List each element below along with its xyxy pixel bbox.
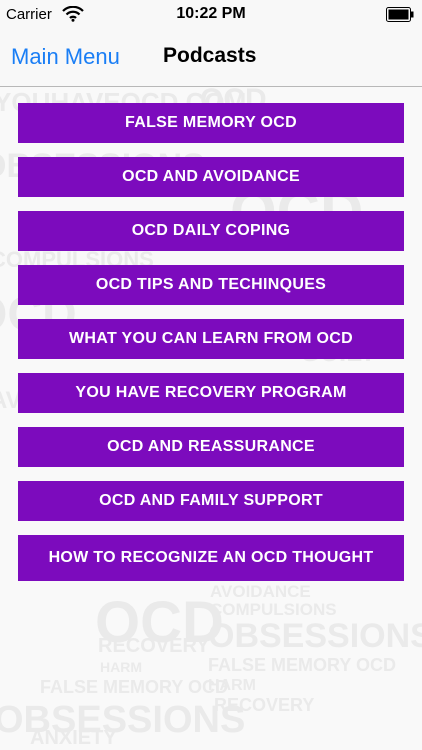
podcast-button[interactable]: YOU HAVE RECOVERY PROGRAM — [18, 373, 404, 413]
background-word: ANXIETY — [30, 727, 117, 749]
podcast-list: FALSE MEMORY OCD OCD AND AVOIDANCE OCD D… — [18, 103, 404, 595]
background-word: FALSE MEMORY OCD — [40, 677, 229, 697]
back-button-main-menu[interactable]: Main Menu — [11, 44, 120, 70]
podcast-button[interactable]: OCD AND REASSURANCE — [18, 427, 404, 467]
background-word: RECOVERY — [98, 635, 210, 657]
podcast-button[interactable]: OCD AND AVOIDANCE — [18, 157, 404, 197]
podcast-button[interactable]: FALSE MEMORY OCD — [18, 103, 404, 143]
podcast-button[interactable]: WHAT YOU CAN LEARN FROM OCD — [18, 319, 404, 359]
podcast-button[interactable]: HOW TO RECOGNIZE AN OCD THOUGHT — [18, 535, 404, 581]
navigation-bar: Main Menu Podcasts — [0, 30, 422, 87]
page-title: Podcasts — [163, 44, 257, 67]
clock: 10:22 PM — [176, 5, 246, 22]
battery-icon — [386, 7, 414, 22]
podcast-button[interactable]: OCD DAILY COPING — [18, 211, 404, 251]
background-word: HARM — [100, 659, 142, 675]
podcast-button[interactable]: OCD TIPS AND TECHINQUES — [18, 265, 404, 305]
background-word: HARM — [208, 677, 256, 694]
podcast-button[interactable]: OCD AND FAMILY SUPPORT — [18, 481, 404, 521]
status-bar: Carrier 10:22 PM — [0, 0, 422, 30]
background-word: OBSESSIONS — [208, 617, 422, 655]
background-word: FALSE MEMORY OCD — [208, 655, 397, 675]
